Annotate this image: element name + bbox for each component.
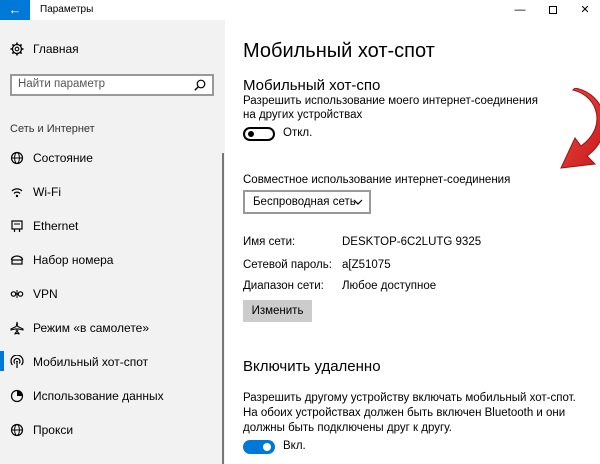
sidebar-section-title: Сеть и Интернет <box>10 123 95 135</box>
sidebar-item-label: Ethernet <box>33 219 79 233</box>
ethernet-icon <box>11 220 23 232</box>
sidebar-item-hotspot[interactable]: Мобильный хот-спот <box>0 350 225 374</box>
sidebar-home-label: Главная <box>33 42 79 56</box>
title-bar: ← Параметры — ✕ <box>0 0 600 20</box>
globe-icon <box>10 423 24 437</box>
maximize-button[interactable] <box>543 2 563 18</box>
remote-description: Разрешить другому устройству включать мо… <box>243 392 576 434</box>
sidebar-item-dialup[interactable]: Набор номера <box>0 248 225 272</box>
hotspot-toggle-label: Откл. <box>283 127 313 139</box>
sidebar-item-label: Использование данных <box>33 389 164 403</box>
hotspot-icon <box>10 355 24 368</box>
network-range-value: Любое доступное <box>342 280 437 292</box>
main-content: Мобильный хот-спот Мобильный хот-спо Раз… <box>225 20 600 464</box>
dialup-icon <box>10 255 24 265</box>
sidebar-item-data-usage[interactable]: Использование данных <box>0 384 225 408</box>
remote-toggle[interactable] <box>243 440 275 454</box>
sidebar-item-airplane[interactable]: Режим «в самолете» <box>0 316 225 340</box>
sidebar: Главная Найти параметр Сеть и Интернет С… <box>0 20 225 464</box>
sidebar-scrollbar[interactable] <box>222 153 224 464</box>
share-connection-label: Совместное использование интернет-соедин… <box>243 174 511 186</box>
search-placeholder: Найти параметр <box>18 78 106 90</box>
hotspot-description: Разрешить использование моего интернет-с… <box>243 95 538 121</box>
remote-section-title: Включить удаленно <box>243 358 381 375</box>
network-name-value: DESKTOP-6C2LUTG 9325 <box>342 236 482 248</box>
sidebar-item-label: Состояние <box>33 151 93 165</box>
password-value: a[Z51075 <box>342 259 391 271</box>
sidebar-item-ethernet[interactable]: Ethernet <box>0 214 225 238</box>
maximize-icon <box>549 6 557 15</box>
red-arrow-annotation <box>560 88 600 169</box>
sidebar-item-label: Прокси <box>33 423 74 437</box>
sidebar-home[interactable]: Главная <box>0 38 225 62</box>
password-label: Сетевой пароль: <box>243 259 332 271</box>
sidebar-item-vpn[interactable]: VPN <box>0 282 225 306</box>
sidebar-item-label: Мобильный хот-спот <box>33 355 149 369</box>
remote-toggle-label: Вкл. <box>283 440 306 452</box>
search-icon[interactable] <box>194 79 206 91</box>
share-connection-select[interactable]: Беспроводная сеть <box>243 190 371 214</box>
share-connection-value: Беспроводная сеть <box>253 196 356 208</box>
airplane-icon <box>10 321 24 335</box>
wifi-icon <box>11 188 23 198</box>
sidebar-item-label: Режим «в самолете» <box>33 321 150 335</box>
data-usage-icon <box>10 389 24 403</box>
page-title: Мобильный хот-спот <box>243 40 435 62</box>
vpn-icon <box>10 290 24 298</box>
close-button[interactable]: ✕ <box>575 2 595 18</box>
sidebar-item-status[interactable]: Состояние <box>0 146 225 170</box>
hotspot-toggle[interactable] <box>243 127 275 141</box>
network-range-label: Диапазон сети: <box>243 280 324 292</box>
globe-icon <box>10 151 24 165</box>
minimize-button[interactable]: — <box>510 2 530 18</box>
toggle-knob <box>248 131 254 137</box>
change-button[interactable]: Изменить <box>243 300 312 322</box>
sidebar-item-label: Набор номера <box>33 253 114 267</box>
search-input[interactable]: Найти параметр <box>10 74 214 96</box>
network-name-label: Имя сети: <box>243 236 296 248</box>
back-button[interactable]: ← <box>0 0 30 20</box>
chevron-down-icon <box>353 199 363 205</box>
sidebar-item-proxy[interactable]: Прокси <box>0 418 225 442</box>
window-title: Параметры <box>40 4 94 15</box>
hotspot-section-title: Мобильный хот-спо <box>243 77 381 94</box>
toggle-knob <box>263 443 271 451</box>
sidebar-item-label: Wi-Fi <box>33 185 61 199</box>
gear-icon <box>10 42 24 56</box>
sidebar-item-label: VPN <box>33 287 58 301</box>
sidebar-item-wifi[interactable]: Wi-Fi <box>0 180 225 204</box>
